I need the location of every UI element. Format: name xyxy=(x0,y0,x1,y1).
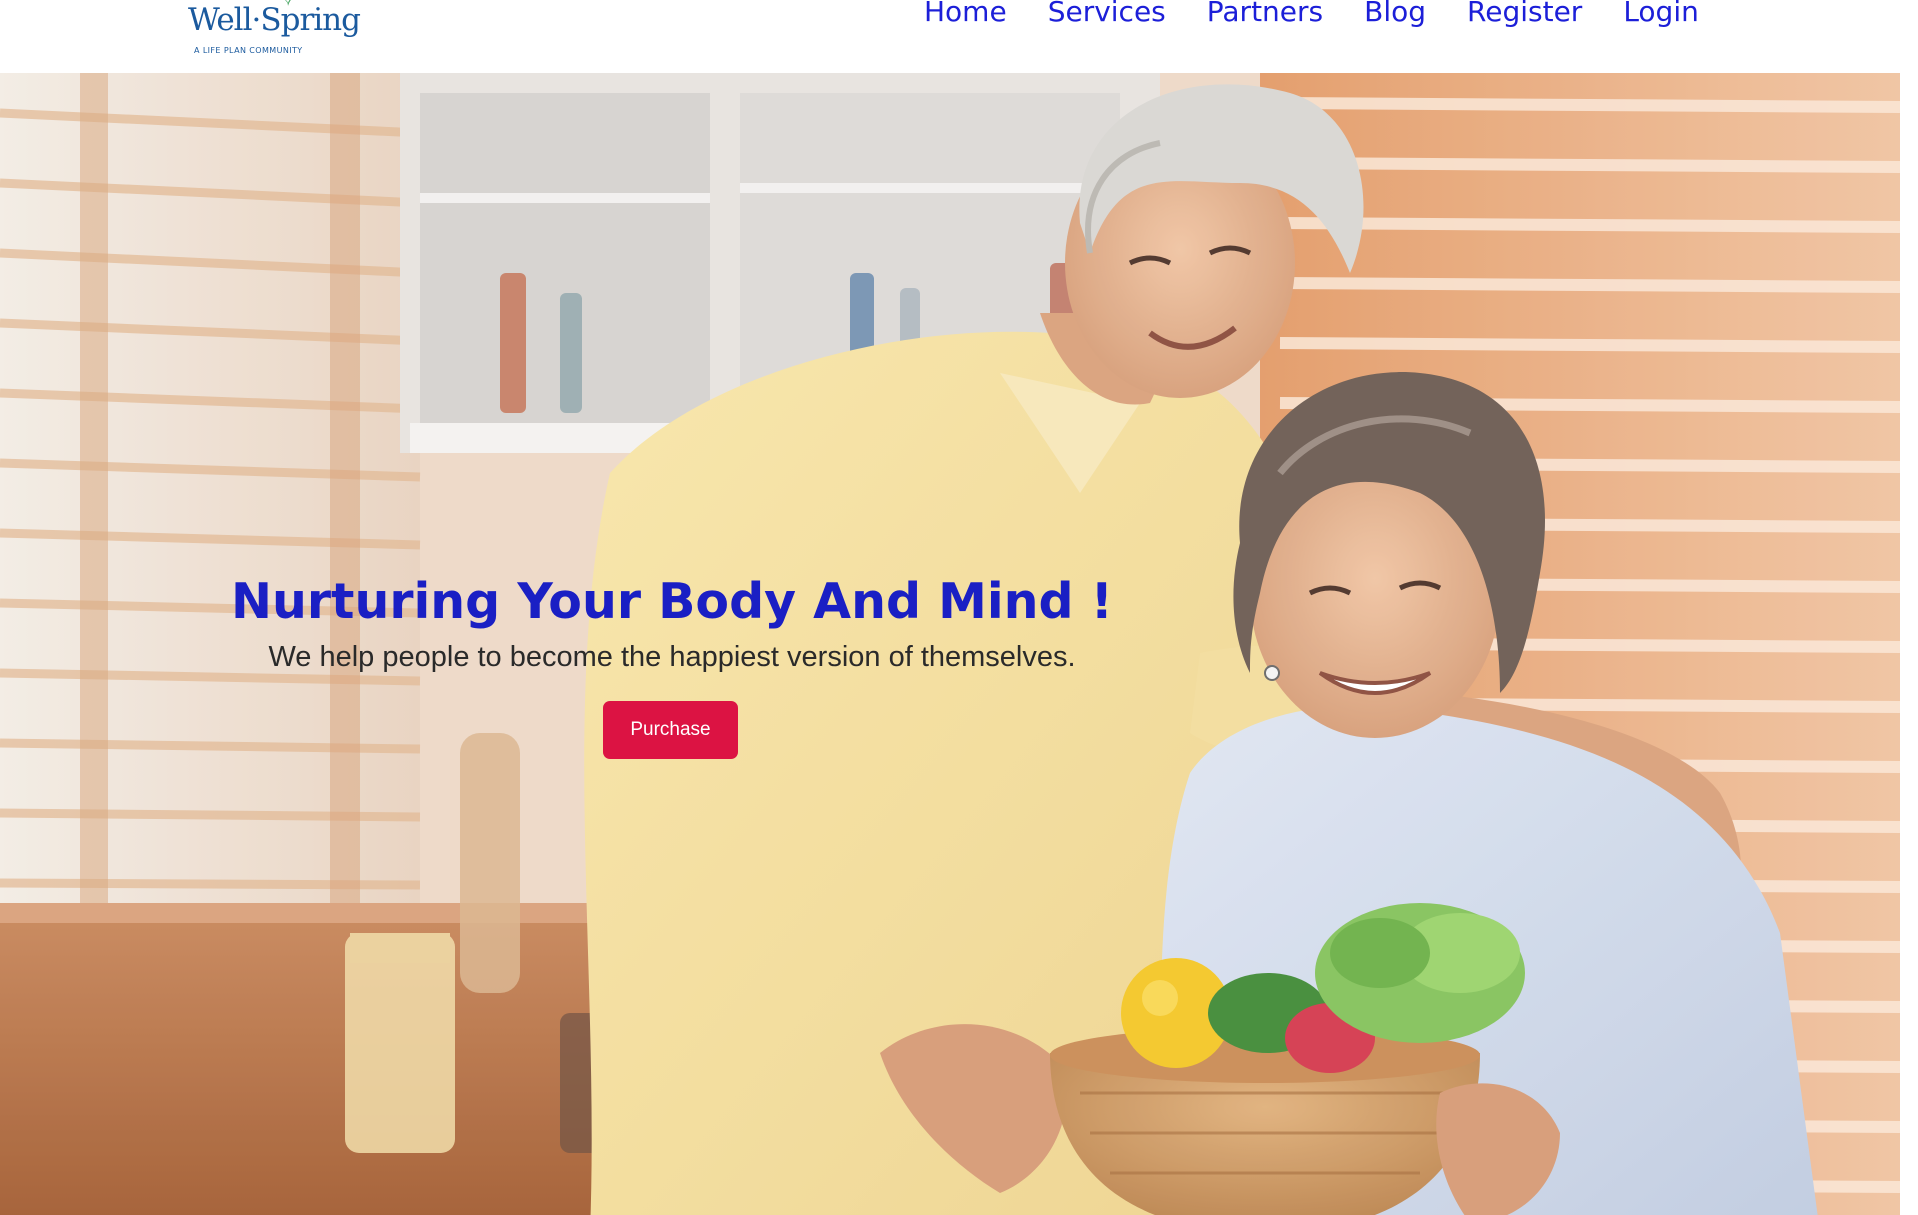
page: Well·Spring A LIFE PLAN COMMUNITY Home S… xyxy=(0,0,1918,1215)
nav-home[interactable]: Home xyxy=(924,0,1007,32)
main-nav: Home Services Partners Blog Register Log… xyxy=(924,0,1740,32)
hero-subtitle: We help people to become the happiest ve… xyxy=(268,641,1076,673)
nav-login[interactable]: Login xyxy=(1623,0,1699,32)
logo-name: Well·Spring xyxy=(188,2,361,38)
purchase-button[interactable]: Purchase xyxy=(603,701,738,759)
nav-register[interactable]: Register xyxy=(1467,0,1582,32)
nav-blog[interactable]: Blog xyxy=(1364,0,1426,32)
nav-partners[interactable]: Partners xyxy=(1207,0,1323,32)
logo[interactable]: Well·Spring A LIFE PLAN COMMUNITY xyxy=(186,0,361,60)
nav-services[interactable]: Services xyxy=(1048,0,1166,32)
site-header: Well·Spring A LIFE PLAN COMMUNITY Home S… xyxy=(0,0,1918,73)
hero-title: Nurturing Your Body And Mind ! xyxy=(230,573,1114,630)
logo-tagline: A LIFE PLAN COMMUNITY xyxy=(194,46,303,55)
hero-section: Nurturing Your Body And Mind ! We help p… xyxy=(0,73,1900,1215)
